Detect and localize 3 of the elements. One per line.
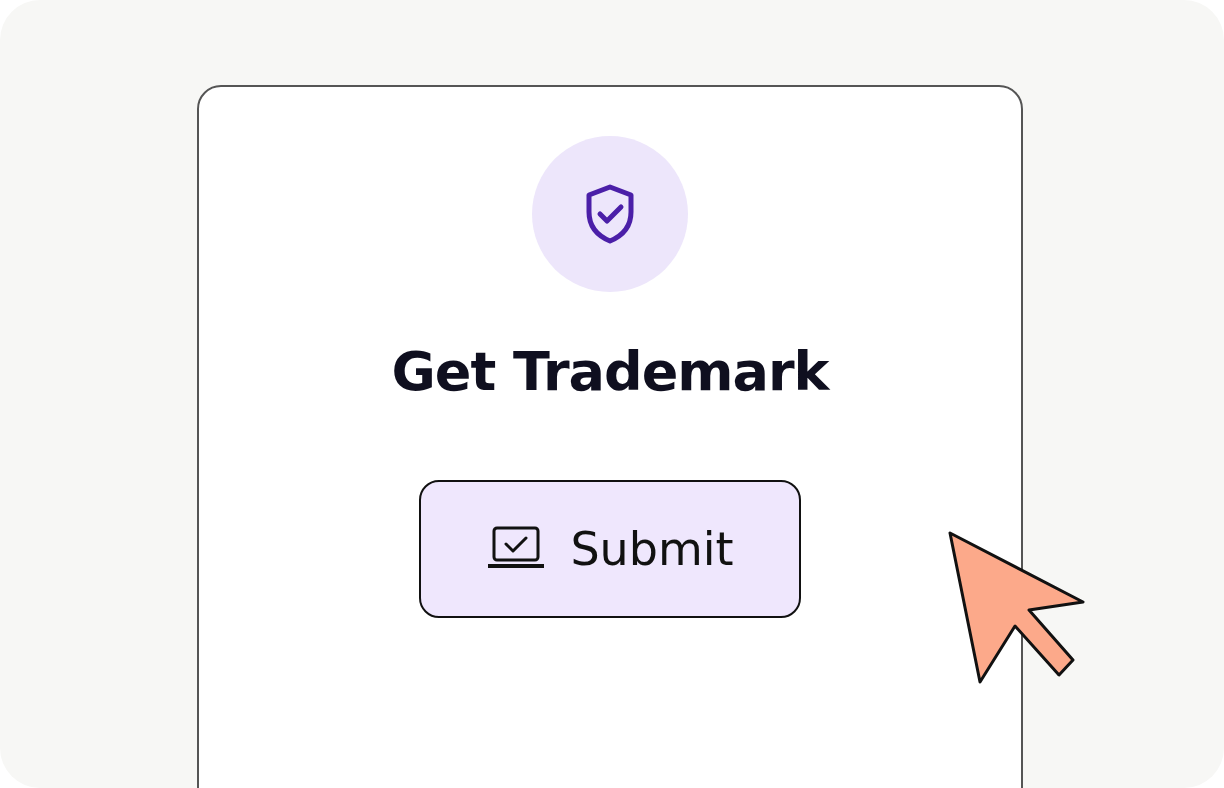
- card-title: Get Trademark: [391, 340, 829, 404]
- submit-button[interactable]: Submit: [419, 480, 801, 618]
- shield-check-icon: [585, 184, 635, 244]
